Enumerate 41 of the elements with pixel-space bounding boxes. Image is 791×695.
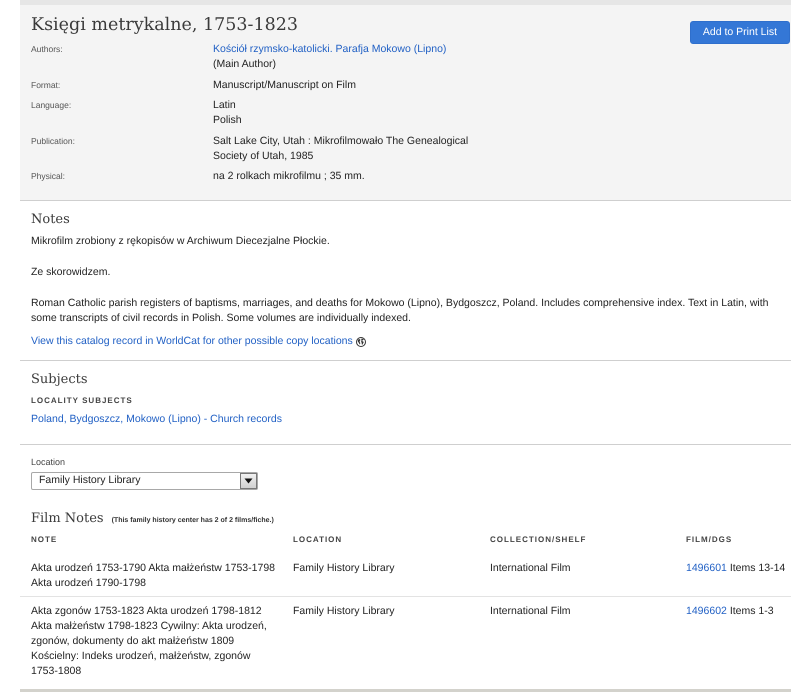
section-heading: Subjects (31, 372, 89, 388)
field-label: Format: (31, 78, 62, 92)
table-cell-text: Akta urodzeń 1753-1790 Akta małżeństw 1753-1798 Akta urodzeń 1790-1798 (31, 560, 276, 590)
worldcat-link[interactable]: View this catalog record in WorldCat for other possible copy locations (31, 334, 353, 349)
note-paragraph: Roman Catholic parish registers of baptisms, marriages, and deaths for Mokowo (Lipno), Bydgoszcz, Poland. Includes comprehensive index. Text in Latin, with some transcripts of civil records in Polish. Some volumes are individually indexed. (31, 296, 770, 326)
field-label: Language: (31, 99, 72, 112)
column-header: NOTE (31, 535, 58, 544)
field-label: Physical: (31, 170, 66, 183)
location-label: Location (31, 456, 66, 468)
field-link[interactable]: Kościół rzymsko-katolicki. Parafja Mokowo (Lipno) (213, 42, 503, 57)
field-value: Manuscript/Manuscript on Film (213, 78, 357, 92)
globe-icon (356, 336, 366, 346)
column-header: COLLECTION/SHELF (490, 535, 586, 544)
film-number-link[interactable]: 1496602 (686, 605, 727, 617)
film-items-text: Items 13-14 (730, 562, 786, 574)
note-paragraph: Ze skorowidzem. (31, 265, 112, 280)
table-cell: International Film (490, 605, 571, 617)
field-value: Polish (213, 113, 243, 128)
subject-link[interactable]: Poland, Bydgoszcz, Mokowo (Lipno) - Church records (31, 412, 282, 427)
add-to-print-list-button[interactable]: Add to Print List (690, 21, 790, 44)
section-heading: Notes (31, 212, 71, 228)
field-value: (Main Author) (213, 57, 278, 72)
subject-category-label: LOCALITY SUBJECTS (31, 395, 134, 406)
field-label: Publication: (31, 134, 76, 148)
field-label: Authors: (31, 43, 64, 56)
table-cell: Family History Library (293, 605, 395, 617)
record-title: Księgi metrykalne, 1753-1823 (31, 14, 299, 36)
note-paragraph: Mikrofilm zrobiony z rękopisów w Archiwum Diecezjalne Płockie. (31, 234, 331, 249)
table-cell: Family History Library (293, 562, 395, 574)
table-cell-text: Akta zgonów 1753-1823 Akta urodzeń 1798-1812 Akta małżeństw 1798-1823 Cywilny: Akta urodzeń, zgonów, dokumenty do akt małżeństw 1809 Kościelny: Indeks urodzeń, małżeństw, zgonów 1753-1808 (31, 604, 268, 679)
film-number-link[interactable]: 1496601 (686, 562, 727, 574)
column-header: FILM/DGS (686, 535, 732, 544)
film-items-text: Items 1-3 (730, 605, 774, 617)
location-dropdown[interactable]: Family History Library (31, 472, 258, 490)
section-heading: Film Notes (31, 510, 104, 526)
field-value: na 2 rolkach mikrofilmu ; 35 mm. (213, 169, 366, 184)
table-cell: International Film (490, 562, 571, 574)
column-header: LOCATION (293, 535, 342, 544)
field-value: Latin (213, 98, 237, 113)
field-value: Salt Lake City, Utah : Mikrofilmowało The Genealogical Society of Utah, 1985 (213, 134, 470, 164)
caret-icon (240, 472, 257, 488)
